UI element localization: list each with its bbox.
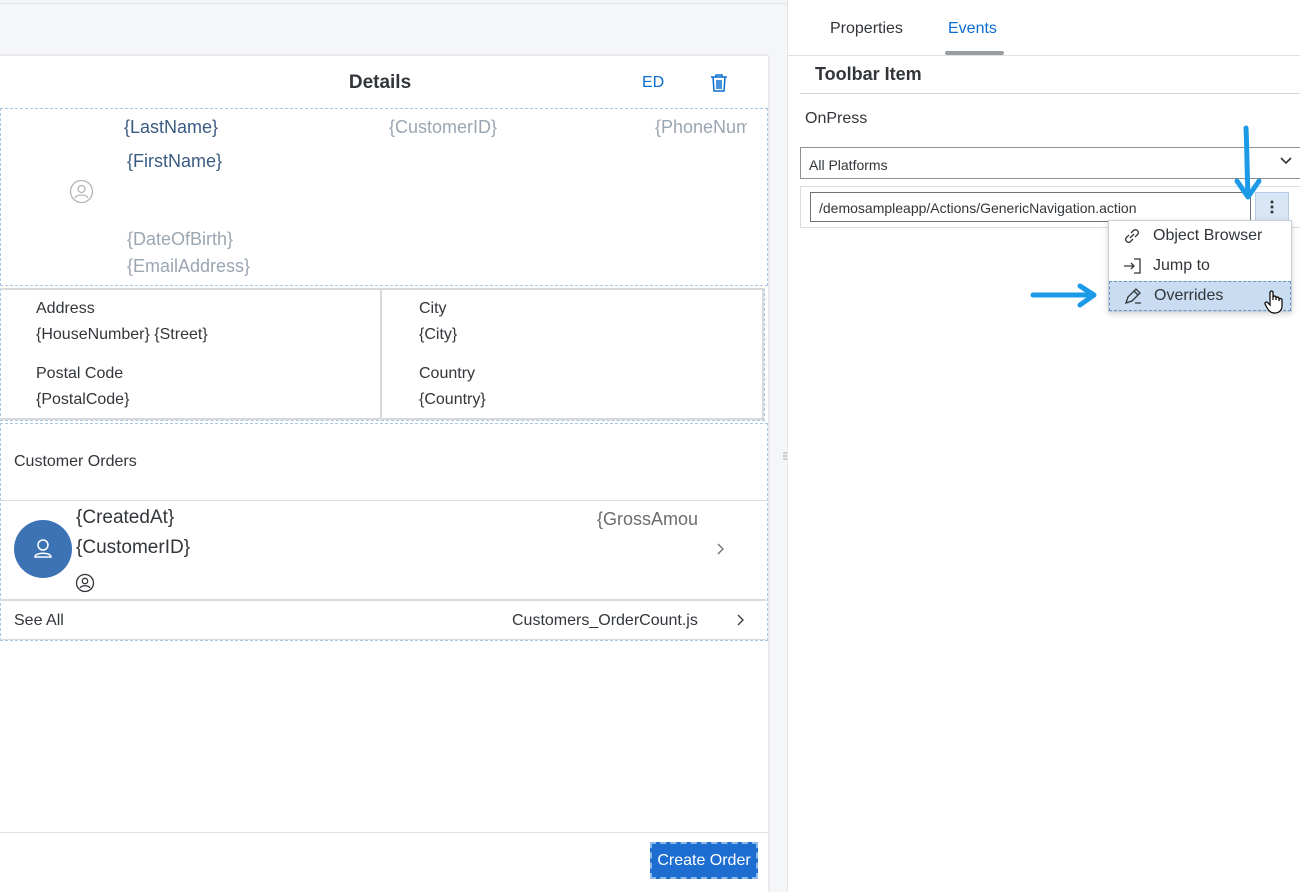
header-first-name: {FirstName} bbox=[127, 151, 223, 171]
overrides-icon bbox=[1122, 285, 1144, 307]
trash-icon[interactable] bbox=[708, 72, 730, 94]
avatar bbox=[14, 520, 72, 578]
menu-item-jump-to[interactable]: Jump to bbox=[1109, 251, 1291, 281]
divider bbox=[762, 289, 764, 420]
create-order-button[interactable]: Create Order bbox=[650, 842, 758, 879]
header-email: {EmailAddress} bbox=[127, 256, 251, 276]
order-title: {CreatedAt} bbox=[76, 507, 175, 528]
platform-select[interactable]: All Platforms bbox=[800, 147, 1300, 179]
divider bbox=[0, 639, 766, 640]
tab-properties[interactable]: Properties bbox=[830, 20, 903, 38]
hand-pointer-icon bbox=[1262, 289, 1286, 315]
kv-label-postal: Postal Code bbox=[36, 365, 124, 382]
event-label: OnPress bbox=[805, 110, 868, 127]
vertical-ellipsis-icon bbox=[1270, 200, 1274, 214]
jump-to-icon bbox=[1121, 255, 1143, 277]
menu-item-label: Object Browser bbox=[1153, 227, 1263, 244]
divider bbox=[0, 500, 766, 501]
order-status: {GrossAmount} bbox=[597, 509, 697, 529]
kv-value-city: {City} bbox=[419, 326, 458, 343]
kv-value-postal: {PostalCode} bbox=[36, 391, 130, 408]
menu-item-label: Jump to bbox=[1153, 257, 1210, 274]
properties-panel bbox=[788, 0, 1300, 892]
order-subtitle: {CustomerID} bbox=[76, 537, 191, 558]
see-all-link[interactable]: See All bbox=[14, 612, 64, 630]
chevron-down-icon[interactable] bbox=[1278, 154, 1294, 168]
header-phone: {PhoneNumber} bbox=[655, 117, 747, 137]
person-icon bbox=[34, 539, 52, 558]
kv-label-address: Address bbox=[36, 300, 95, 317]
object-header[interactable] bbox=[0, 108, 768, 286]
canvas-top-divider bbox=[0, 3, 788, 4]
person-placeholder-icon bbox=[69, 179, 94, 204]
header-customer-id: {CustomerID} bbox=[389, 117, 498, 137]
link-icon bbox=[1121, 225, 1143, 247]
edit-toolbar-item[interactable]: ED bbox=[642, 74, 664, 92]
annotation-arrow-right-icon bbox=[1030, 282, 1100, 310]
header-dob: {DateOfBirth} bbox=[127, 229, 234, 249]
divider bbox=[800, 93, 1300, 94]
divider bbox=[0, 418, 765, 420]
menu-item-label: Overrides bbox=[1154, 287, 1224, 304]
page-title: Details bbox=[348, 72, 412, 93]
divider bbox=[380, 289, 382, 420]
divider bbox=[0, 288, 765, 290]
action-path-input[interactable]: /demosampleapp/Actions/GenericNavigation… bbox=[810, 192, 1251, 222]
order-count-label: Customers_OrderCount.js bbox=[512, 612, 698, 629]
kv-value-address: {HouseNumber} {Street} bbox=[36, 326, 208, 343]
kv-value-country: {Country} bbox=[419, 391, 486, 408]
divider bbox=[0, 599, 766, 601]
toolbar-divider bbox=[0, 832, 768, 833]
person-circle-icon bbox=[75, 573, 95, 593]
chevron-right-icon[interactable] bbox=[714, 541, 726, 557]
section-header: Customer Orders bbox=[14, 453, 137, 470]
kv-label-city: City bbox=[419, 300, 447, 317]
kv-label-country: Country bbox=[419, 365, 476, 382]
annotation-arrow-down-icon bbox=[1232, 124, 1264, 204]
divider bbox=[788, 55, 1300, 56]
header-last-name: {LastName} bbox=[124, 117, 219, 137]
chevron-right-icon[interactable] bbox=[734, 612, 746, 628]
menu-item-object-browser[interactable]: Object Browser bbox=[1109, 221, 1291, 251]
tab-events[interactable]: Events bbox=[948, 20, 997, 38]
section-title: Toolbar Item bbox=[815, 64, 922, 84]
